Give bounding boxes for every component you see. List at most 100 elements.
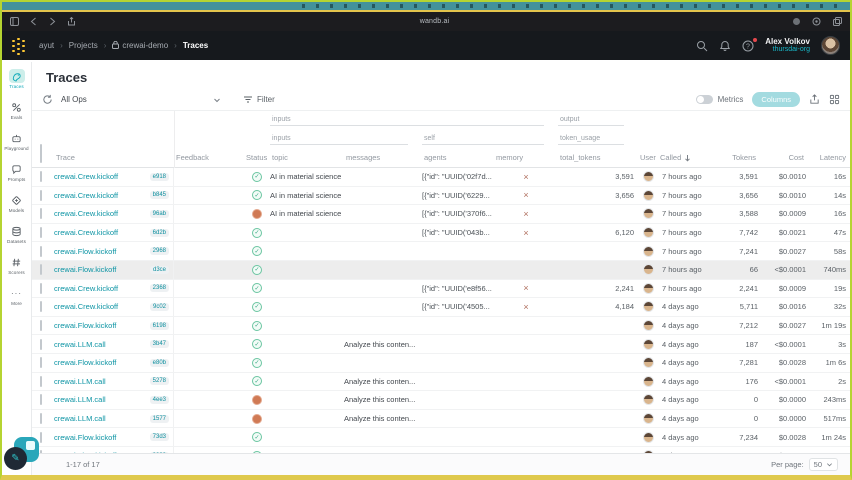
wandb-logo-icon[interactable] [12, 38, 27, 54]
table-row[interactable]: crewai.LLM.call 5278 ✓ Analyze this cont… [32, 372, 850, 392]
row-checkbox[interactable] [40, 413, 42, 425]
trace-name-link[interactable]: crewai.Flow.kickoff [54, 247, 116, 256]
columns-button[interactable]: Columns [752, 92, 800, 107]
column-header-total-tokens[interactable]: total_tokens [558, 153, 638, 167]
column-header-status[interactable]: Status [244, 153, 270, 167]
filter-button[interactable]: Filter [243, 95, 275, 104]
trace-name-link[interactable]: crewai.Crew.kickoff [54, 284, 118, 293]
trace-id-badge[interactable]: 5278 [149, 377, 169, 386]
group-header-self[interactable]: self [422, 135, 544, 145]
trace-name-link[interactable]: crewai.Crew.kickoff [54, 191, 118, 200]
trace-name-link[interactable]: crewai.Crew.kickoff [54, 228, 118, 237]
group-header-inputs[interactable]: inputs [270, 116, 544, 126]
sidebar-item-traces[interactable]: Traces [4, 67, 30, 91]
table-row[interactable]: crewai.Crew.kickoff e918 ✓ AI in materia… [32, 168, 850, 187]
trace-name-link[interactable]: crewai.Flow.kickoff [54, 433, 116, 442]
sidebar-item-scorers[interactable]: Scorers [4, 253, 30, 277]
trace-id-badge[interactable]: 3b47 [149, 340, 169, 349]
trace-id-badge[interactable]: 9c02 [149, 302, 169, 311]
table-row[interactable]: crewai.LLM.call 3b47 ✓ Analyze this cont… [32, 335, 850, 354]
table-settings-icon[interactable] [829, 94, 840, 105]
trace-name-link[interactable]: crewai.LLM.call [54, 414, 106, 423]
column-header-latency[interactable]: Latency [810, 153, 850, 167]
sidebar-item-evals[interactable]: Evals [4, 98, 30, 122]
forward-icon[interactable] [48, 17, 57, 26]
support-chat-widget[interactable]: ✎ [4, 437, 44, 473]
table-row[interactable]: crewai.Flow.kickoff 73d3 ✓ 4 days ago 7,… [32, 428, 850, 447]
select-all-checkbox[interactable] [40, 144, 42, 163]
metrics-toggle[interactable] [695, 95, 713, 104]
column-header-user[interactable]: User [638, 153, 658, 167]
user-org[interactable]: thursdai-org [765, 46, 810, 54]
user-avatar[interactable] [821, 36, 840, 55]
column-header-agents[interactable]: agents [422, 153, 494, 167]
row-checkbox[interactable] [40, 357, 42, 369]
trace-id-badge[interactable]: 2968 [149, 247, 169, 256]
trace-name-link[interactable]: crewai.LLM.call [54, 340, 106, 349]
row-checkbox[interactable] [40, 227, 42, 239]
table-row[interactable]: crewai.LLM.call 1577 Analyze this conten… [32, 409, 850, 429]
trace-name-link[interactable]: crewai.Flow.kickoff [54, 321, 116, 330]
trace-name-link[interactable]: crewai.LLM.call [54, 377, 106, 386]
refresh-icon[interactable] [42, 94, 53, 105]
trace-id-badge[interactable]: 73d3 [149, 433, 169, 442]
row-checkbox[interactable] [40, 189, 42, 201]
table-row[interactable]: crewai.Crew.kickoff 9c02 ✓ [{"id": "UUID… [32, 298, 850, 317]
row-checkbox[interactable] [40, 394, 42, 406]
table-row[interactable]: crewai.Crew.kickoff b845 ✓ AI in materia… [32, 186, 850, 206]
column-header-feedback[interactable]: Feedback [174, 153, 244, 167]
sidebar-item-models[interactable]: Models [4, 191, 30, 215]
search-icon[interactable] [696, 40, 708, 52]
address-bar[interactable]: wandb.ai [76, 18, 793, 25]
back-icon[interactable] [29, 17, 38, 26]
row-checkbox[interactable] [40, 301, 42, 313]
trace-id-badge[interactable]: 6d2b [149, 228, 169, 237]
row-checkbox[interactable] [40, 264, 42, 276]
table-row[interactable]: crewai.Flow.kickoff 6198 ✓ 4 days ago 7,… [32, 316, 850, 336]
sidebar-item-datasets[interactable]: Datasets [4, 222, 30, 246]
column-header-called[interactable]: Called [658, 153, 724, 167]
column-header-memory[interactable]: memory [494, 153, 558, 167]
trace-id-badge[interactable]: 4ee3 [149, 395, 169, 404]
trace-id-badge[interactable]: 96ab [149, 209, 169, 218]
row-checkbox[interactable] [40, 320, 42, 332]
target-icon[interactable] [812, 17, 821, 26]
notifications-bell-icon[interactable] [719, 40, 731, 52]
row-checkbox[interactable] [40, 375, 42, 387]
sidebar-item-more[interactable]: ··· More [4, 284, 30, 308]
trace-id-badge[interactable]: 2368 [149, 284, 169, 293]
share-icon[interactable] [67, 17, 76, 26]
group-header-inputs-nested[interactable]: inputs [270, 135, 408, 145]
new-window-icon[interactable] [833, 17, 842, 26]
column-header-trace[interactable]: Trace [54, 153, 174, 167]
row-checkbox[interactable] [40, 171, 42, 183]
row-checkbox[interactable] [40, 208, 42, 220]
trace-id-badge[interactable]: d3ce [149, 265, 169, 274]
table-row[interactable]: crewai.Flow.kickoff 2968 ✓ 7 hours ago 7… [32, 242, 850, 261]
sidebar-toggle-icon[interactable] [10, 17, 19, 26]
table-row[interactable]: crewai.LLM.call 4ee3 Analyze this conten… [32, 391, 850, 410]
row-checkbox[interactable] [40, 282, 42, 294]
column-header-tokens[interactable]: Tokens [724, 153, 762, 167]
sidebar-item-prompts[interactable]: Prompts [4, 160, 30, 184]
sidebar-item-playground[interactable]: Playground [4, 129, 30, 153]
column-header-topic[interactable]: topic [270, 153, 344, 167]
trace-name-link[interactable]: crewai.LLM.call [54, 395, 106, 404]
ops-filter-select[interactable]: All Ops [61, 95, 221, 104]
trace-name-link[interactable]: crewai.Flow.kickoff [54, 265, 116, 274]
user-block[interactable]: Alex Volkov thursdai-org [765, 37, 810, 54]
trace-id-badge[interactable]: b845 [149, 191, 169, 200]
table-row[interactable]: crewai.Flow.kickoff d3ce ✓ 7 hours ago 6… [32, 260, 850, 280]
table-row[interactable]: crewai.Crew.kickoff 6d2b ✓ [{"id": "UUID… [32, 223, 850, 243]
help-icon[interactable]: ? [742, 37, 758, 52]
per-page-select[interactable]: 50 [808, 458, 838, 471]
group-header-output[interactable]: output [558, 116, 624, 126]
trace-name-link[interactable]: crewai.Crew.kickoff [54, 302, 118, 311]
trace-id-badge[interactable]: e80b [149, 358, 169, 367]
row-checkbox[interactable] [40, 338, 42, 350]
trace-name-link[interactable]: crewai.Flow.kickoff [54, 358, 116, 367]
trace-name-link[interactable]: crewai.Crew.kickoff [54, 172, 118, 181]
trace-id-badge[interactable]: 1577 [149, 414, 169, 423]
export-icon[interactable] [809, 94, 820, 105]
table-row[interactable]: crewai.Crew.kickoff 96ab AI in material … [32, 205, 850, 224]
